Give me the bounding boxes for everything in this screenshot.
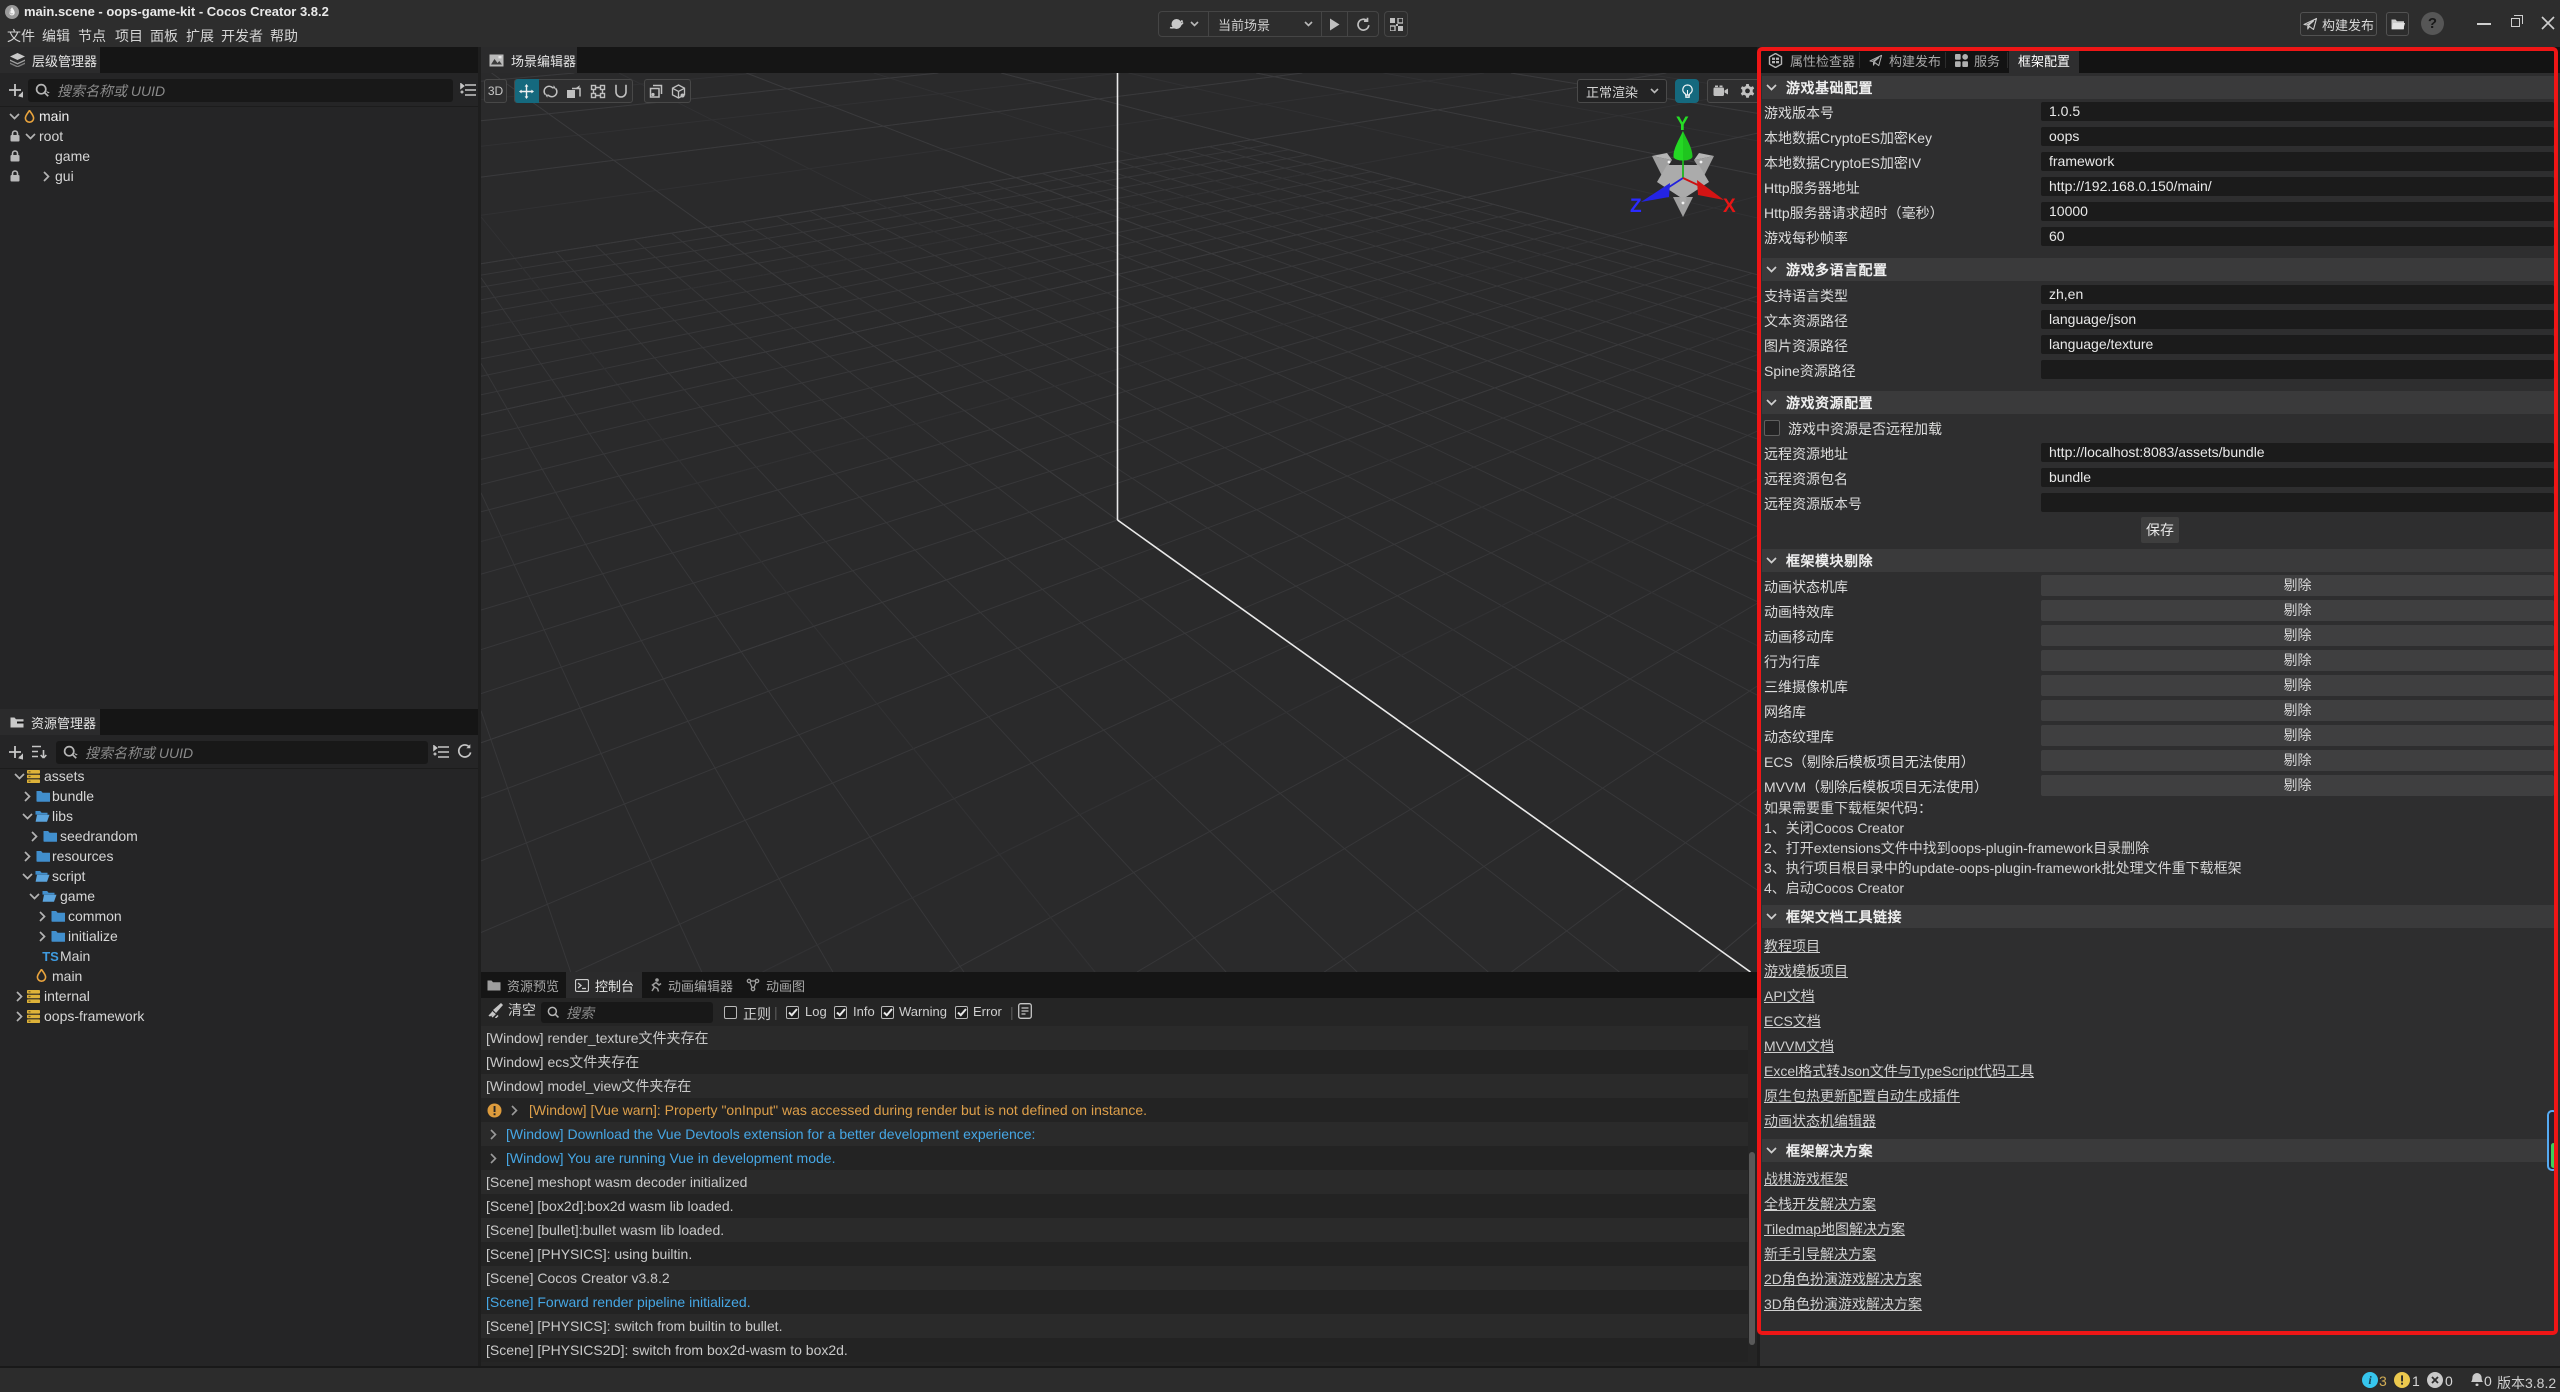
svg-text:Y: Y <box>1676 114 1689 135</box>
svg-text:X: X <box>1723 196 1736 217</box>
svg-text:Z: Z <box>1630 196 1642 217</box>
